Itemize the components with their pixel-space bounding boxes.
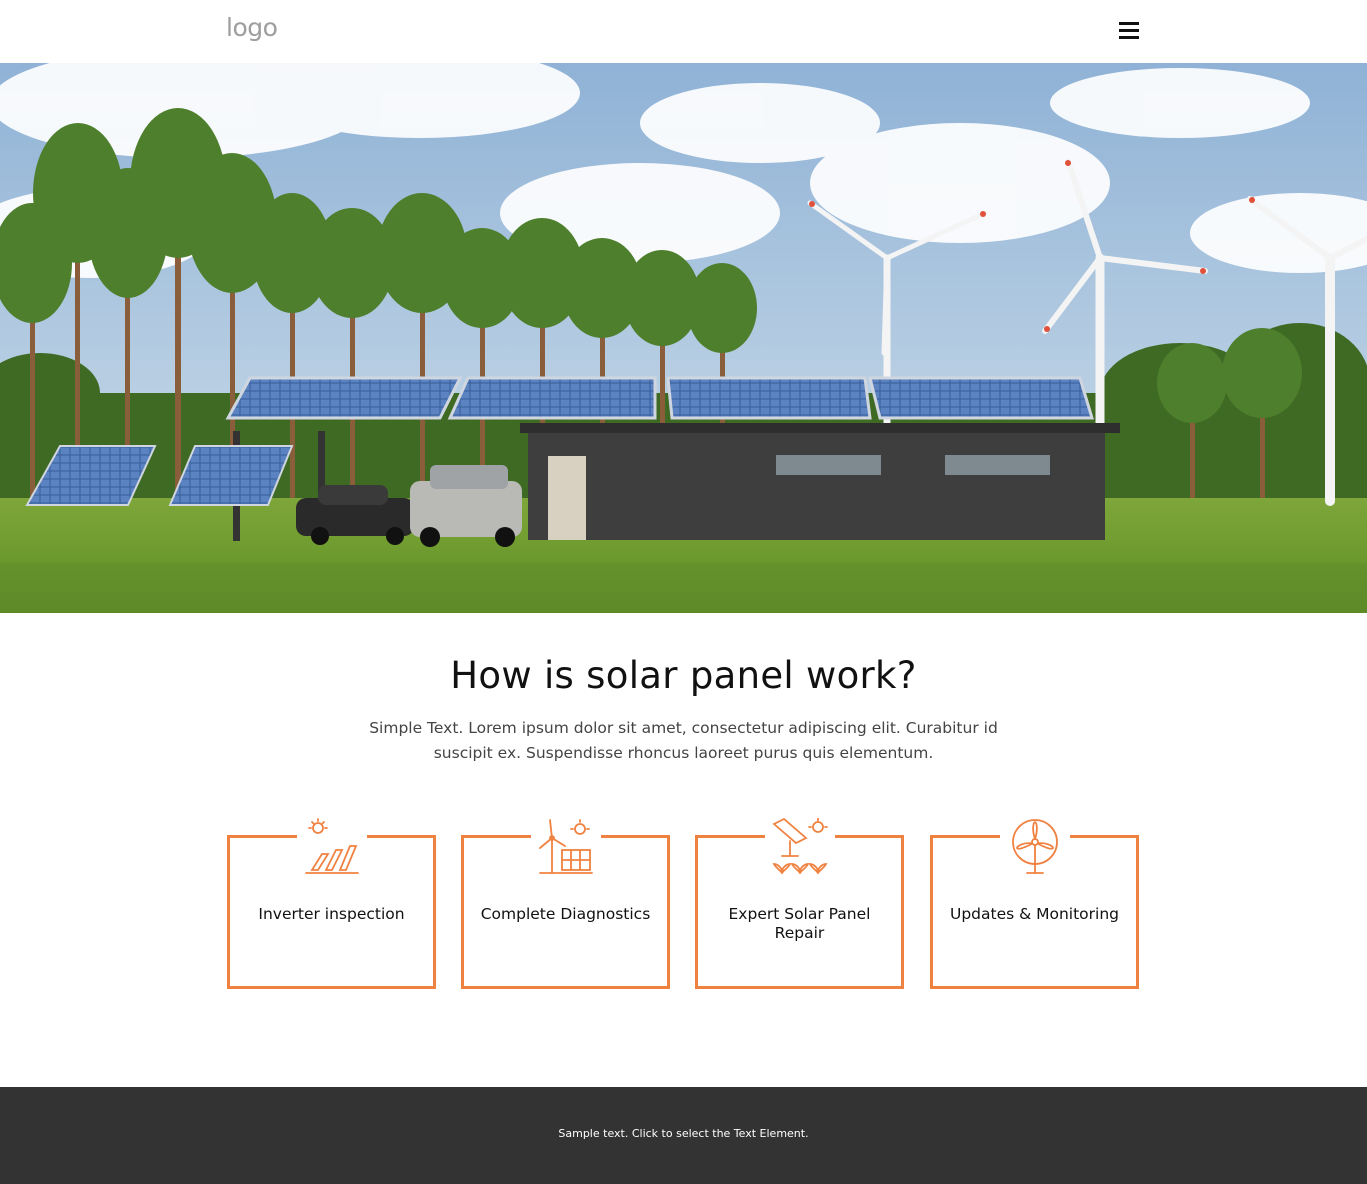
hero-illustration — [0, 63, 1367, 613]
service-card-updates-monitoring[interactable]: Updates & Monitoring — [930, 818, 1139, 989]
service-card-complete-diagnostics[interactable]: Complete Diagnostics — [461, 818, 670, 989]
section-description: Simple Text. Lorem ipsum dolor sit amet,… — [369, 719, 998, 762]
card-label: Inverter inspection — [258, 905, 405, 923]
hero-image — [0, 63, 1367, 613]
wind-turbine-solar-panel-icon — [530, 818, 601, 880]
section-title: How is solar panel work? — [450, 654, 917, 697]
hamburger-menu-icon[interactable] — [1119, 20, 1139, 40]
site-header: logo — [0, 0, 1367, 63]
logo[interactable]: logo — [226, 12, 278, 44]
service-card-expert-solar-panel-repair[interactable]: Expert Solar Panel Repair — [695, 818, 904, 989]
wind-turbine-circle-icon — [999, 818, 1070, 880]
solar-panel-sun-icon — [296, 818, 367, 880]
card-label: Expert Solar Panel Repair — [728, 905, 871, 942]
solar-panel-plants-icon — [764, 818, 835, 880]
card-label: Updates & Monitoring — [949, 905, 1120, 923]
service-card-inverter-inspection[interactable]: Inverter inspection — [227, 818, 436, 989]
footer-text[interactable]: Sample text. Click to select the Text El… — [0, 1127, 1367, 1140]
card-label: Complete Diagnostics — [480, 905, 651, 923]
site-footer: Sample text. Click to select the Text El… — [0, 1087, 1367, 1184]
